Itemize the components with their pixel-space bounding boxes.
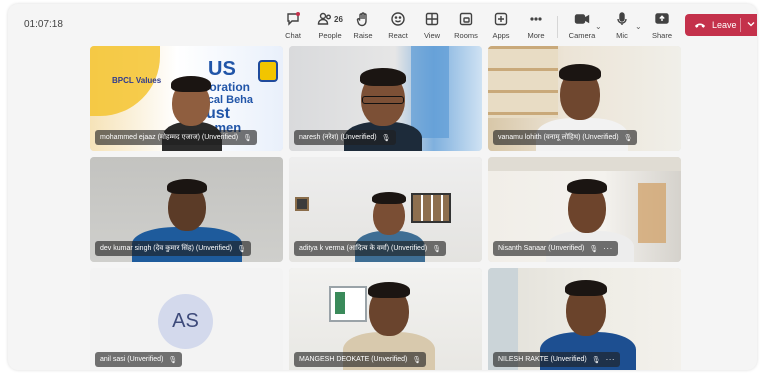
chat-label: Chat xyxy=(285,31,301,40)
participant-name-tag: vanamu lohith (वनामू लोहिथ) (Unverified)… xyxy=(493,130,638,145)
participant-tile[interactable]: vanamu lohith (वनामू लोहिथ) (Unverified)… xyxy=(488,46,681,151)
react-label: React xyxy=(388,31,408,40)
meeting-toolbar: 01:07:18 Chat 26 People Raise React View… xyxy=(8,4,757,48)
people-count: 26 xyxy=(334,14,343,24)
participant-name-tag: mohammed ejaaz (मोहम्मद एजाज) (Unverifie… xyxy=(95,130,257,145)
participant-name: anil sasi (Unverified) xyxy=(100,356,164,363)
ceiling xyxy=(488,157,681,171)
cabinet xyxy=(638,183,666,243)
participant-name-tag: MANGESH DEOKATE (Unverified) 🎙 xyxy=(294,352,427,367)
participant-name-tag: dev kumar singh (देव कुमार सिंह) (Unveri… xyxy=(95,241,251,256)
video-grid: BPCL Values US boration hical Beha ust v… xyxy=(90,46,682,370)
participant-tile[interactable]: MANGESH DEOKATE (Unverified) 🎙 xyxy=(289,268,482,370)
slide-word: US xyxy=(208,58,236,80)
raise-hand-icon xyxy=(354,10,372,28)
people-button[interactable]: 26 People xyxy=(311,10,349,44)
mic-label: Mic xyxy=(616,31,628,40)
raise-label: Raise xyxy=(353,31,373,40)
toolbar-divider xyxy=(557,16,558,38)
mic-muted-icon: 🎙 xyxy=(412,356,422,364)
participant-name: naresh (नरेश) (Unverified) xyxy=(299,134,377,141)
mic-options-chevron-icon[interactable]: ⌄ xyxy=(635,22,642,31)
meeting-window: 01:07:18 Chat 26 People Raise React View… xyxy=(8,4,757,370)
people-label: People xyxy=(318,31,342,40)
participant-tile[interactable]: BPCL Values US boration hical Beha ust v… xyxy=(90,46,283,151)
smiley-icon xyxy=(389,10,407,28)
mic-button[interactable]: Mic xyxy=(605,10,639,44)
leave-label: Leave xyxy=(712,20,737,30)
mic-muted-icon: 🎙 xyxy=(432,245,442,253)
rooms-button[interactable]: Rooms xyxy=(449,10,483,44)
wall-frames xyxy=(411,193,451,223)
participant-name-tag: Nisanth Sanaar (Unverified) 🎙 ··· xyxy=(493,241,618,256)
more-options-icon[interactable]: ··· xyxy=(606,355,616,364)
more-button[interactable]: More xyxy=(519,10,553,44)
participant-tile[interactable]: dev kumar singh (देव कुमार सिंह) (Unveri… xyxy=(90,157,283,262)
participant-tile[interactable]: naresh (नरेश) (Unverified) 🎙 xyxy=(289,46,482,151)
participant-name: dev kumar singh (देव कुमार सिंह) (Unveri… xyxy=(100,245,233,252)
participant-name: mohammed ejaaz (मोहम्मद एजाज) (Unverifie… xyxy=(100,134,239,141)
more-options-icon[interactable]: ··· xyxy=(603,244,613,253)
grid-view-icon xyxy=(423,10,441,28)
chat-button[interactable]: Chat xyxy=(276,10,310,44)
ellipsis-icon xyxy=(527,10,545,28)
chat-icon xyxy=(284,10,302,28)
apps-button[interactable]: Apps xyxy=(484,10,518,44)
participant-name: MANGESH DEOKATE (Unverified) xyxy=(299,356,408,363)
mic-muted-icon: 🎙 xyxy=(589,245,599,253)
camera-icon xyxy=(573,10,591,28)
raise-hand-button[interactable]: Raise xyxy=(346,10,380,44)
microphone-icon xyxy=(613,10,631,28)
wall-frame xyxy=(295,197,309,211)
hang-up-phone-icon xyxy=(694,20,706,30)
participant-tile[interactable]: aditya k verma (आदित्य के वर्मा) (Unveri… xyxy=(289,157,482,262)
camera-options-chevron-icon[interactable]: ⌄ xyxy=(595,22,602,31)
mic-muted-icon: 🎙 xyxy=(591,356,601,364)
meeting-timer: 01:07:18 xyxy=(24,19,63,30)
mic-muted-icon: 🎙 xyxy=(168,356,178,364)
apps-label: Apps xyxy=(492,31,510,40)
mic-muted-icon: 🎙 xyxy=(243,134,252,142)
mic-muted-icon: 🎙 xyxy=(381,134,391,142)
participant-name-tag: anil sasi (Unverified) 🎙 xyxy=(95,352,183,367)
view-button[interactable]: View xyxy=(415,10,449,44)
participant-tile[interactable]: AS anil sasi (Unverified) 🎙 xyxy=(90,268,283,370)
participant-name: aditya k verma (आदित्य के वर्मा) (Unveri… xyxy=(299,245,428,252)
avatar: AS xyxy=(158,294,213,349)
participant-name: vanamu lohith (वनामू लोहिथ) (Unverified) xyxy=(498,134,619,141)
view-label: View xyxy=(423,31,441,40)
camera-label: Camera xyxy=(568,31,596,40)
participant-name: Nisanth Sanaar (Unverified) xyxy=(498,245,585,252)
people-icon: 26 xyxy=(315,10,345,28)
participant-name-tag: NILESH RAKTE (Unverified) 🎙 ··· xyxy=(493,352,621,367)
more-label: More xyxy=(527,31,545,40)
whiteboard-marking xyxy=(335,292,345,314)
leave-divider xyxy=(740,18,741,32)
participant-name: NILESH RAKTE (Unverified) xyxy=(498,356,587,363)
leave-button[interactable]: Leave xyxy=(685,14,757,36)
react-button[interactable]: React xyxy=(381,10,415,44)
leave-options-chevron-icon[interactable] xyxy=(745,18,757,30)
camera-button[interactable]: Camera xyxy=(565,10,599,44)
mic-muted-icon: 🎙 xyxy=(623,134,633,142)
slide-heading: BPCL Values xyxy=(112,76,162,85)
participant-tile[interactable]: NILESH RAKTE (Unverified) 🎙 ··· xyxy=(488,268,681,370)
share-screen-icon xyxy=(653,10,671,28)
rooms-label: Rooms xyxy=(454,31,478,40)
bookshelf xyxy=(488,46,558,118)
participant-name-tag: naresh (नरेश) (Unverified) 🎙 xyxy=(294,130,396,145)
share-button[interactable]: Share xyxy=(645,10,679,44)
apps-plus-icon xyxy=(492,10,510,28)
participant-tile[interactable]: Nisanth Sanaar (Unverified) 🎙 ··· xyxy=(488,157,681,262)
mic-muted-icon: 🎙 xyxy=(237,245,246,253)
rooms-icon xyxy=(457,10,475,28)
window-curtain xyxy=(411,46,449,138)
participant-name-tag: aditya k verma (आदित्य के वर्मा) (Unveri… xyxy=(294,241,447,256)
share-label: Share xyxy=(651,31,672,40)
bpcl-logo xyxy=(258,60,278,82)
